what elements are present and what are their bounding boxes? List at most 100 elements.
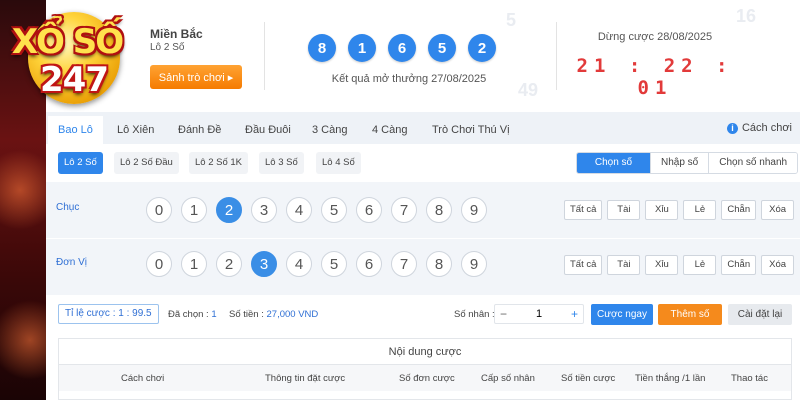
digit-button[interactable]: 5 (321, 251, 347, 277)
digit-button-selected[interactable]: 2 (216, 197, 242, 223)
selected-count: Đã chọn : 1 (168, 309, 217, 320)
table-title: Nội dung cược (59, 339, 791, 365)
bet-deadline-label: Dừng cược 28/08/2025 (597, 31, 713, 43)
result-ball: 2 (468, 34, 496, 62)
tab-dau-duoi[interactable]: Đầu Đuôi (235, 116, 301, 144)
column-header: Số đơn cược (399, 373, 455, 384)
tab-bao-lo[interactable]: Bao Lô (48, 116, 103, 144)
result-ball: 1 (348, 34, 376, 62)
game-tabs: Bao Lô Lô Xiên Đánh Đề Đầu Đuôi 3 Càng 4… (46, 116, 800, 144)
digit-row-units: Đơn Vị 0 1 2 3 4 5 6 7 8 9 Tất cả Tài Xỉ… (46, 239, 800, 295)
digit-button[interactable]: 6 (356, 251, 382, 277)
mode-choose-number[interactable]: Chọn số (577, 153, 650, 173)
digit-button[interactable]: 5 (321, 197, 347, 223)
quick-odd-button[interactable]: Lẻ (683, 200, 717, 220)
quick-odd-button[interactable]: Lẻ (683, 255, 717, 275)
digit-button[interactable]: 8 (426, 251, 452, 277)
mode-quick-choose[interactable]: Chọn số nhanh (708, 153, 798, 173)
tab-lo-xien[interactable]: Lô Xiên (107, 116, 164, 144)
digit-button[interactable]: 7 (391, 251, 417, 277)
tab-4-cang[interactable]: 4 Càng (362, 116, 417, 144)
row-label: Chục (56, 202, 80, 213)
subtab-lo-2-so[interactable]: Lô 2 Số (58, 152, 103, 174)
digit-row-tens: Chục 0 1 2 3 4 5 6 7 8 9 Tất cả Tài Xỉu … (46, 182, 800, 238)
region-title: Miền Bắc (150, 27, 203, 41)
game-name: Lô 2 Số (150, 42, 185, 53)
result-balls: 8 1 6 5 2 (308, 34, 496, 62)
add-number-button[interactable]: Thêm số (658, 304, 722, 325)
quick-select-buttons: Tất cả Tài Xỉu Lẻ Chẵn Xóa (564, 255, 795, 275)
divider (556, 22, 557, 90)
digit-button[interactable]: 0 (146, 251, 172, 277)
selected-count-value: 1 (211, 309, 217, 320)
subtab-lo-3-so[interactable]: Lô 3 Số (259, 152, 304, 174)
quick-even-button[interactable]: Chẵn (721, 255, 757, 275)
subtab-lo-4-so[interactable]: Lô 4 Số (316, 152, 361, 174)
multiplier-stepper: − + (494, 304, 584, 324)
bet-amount-value: 27,000 VND (266, 309, 319, 320)
quick-big-button[interactable]: Tài (607, 200, 641, 220)
multiplier-label: Số nhân : (454, 309, 495, 320)
multiplier-input[interactable] (512, 305, 566, 323)
quick-clear-button[interactable]: Xóa (761, 255, 795, 275)
tab-danh-de[interactable]: Đánh Đề (168, 116, 231, 144)
logo-number: 247 (40, 60, 109, 100)
column-header: Thao tác (731, 373, 768, 384)
reset-button[interactable]: Cài đặt lại (728, 304, 792, 325)
lobby-button[interactable]: Sảnh trò chơi ▸ (150, 65, 242, 89)
digit-button[interactable]: 1 (181, 197, 207, 223)
digit-button[interactable]: 6 (356, 197, 382, 223)
column-header: Cách chơi (121, 373, 165, 384)
bet-amount: Số tiền : 27,000 VND (229, 309, 318, 320)
result-ball: 5 (428, 34, 456, 62)
quick-select-buttons: Tất cả Tài Xỉu Lẻ Chẵn Xóa (564, 200, 795, 220)
digit-button[interactable]: 9 (461, 251, 487, 277)
column-header: Thông tin đặt cược (265, 373, 346, 384)
digit-button[interactable]: 4 (286, 251, 312, 277)
result-ball: 6 (388, 34, 416, 62)
quick-small-button[interactable]: Xỉu (645, 255, 679, 275)
tab-3-cang[interactable]: 3 Càng (302, 116, 357, 144)
digit-button[interactable]: 1 (181, 251, 207, 277)
digit-button[interactable]: 9 (461, 197, 487, 223)
bet-panel: Lô 2 Số Lô 2 Số Đầu Lô 2 Số 1K Lô 3 Số L… (46, 144, 800, 400)
info-icon: i (726, 122, 738, 134)
game-header: 5 16 49 Miền Bắc Lô 2 Số Sảnh trò chơi ▸… (46, 0, 800, 112)
quick-all-button[interactable]: Tất cả (564, 200, 603, 220)
bet-now-button[interactable]: Cược ngay (591, 304, 653, 325)
logo-text: XỔ SỐ (11, 22, 124, 62)
digit-button[interactable]: 4 (286, 197, 312, 223)
bet-content-table: Nội dung cược Cách chơi Thông tin đặt cư… (58, 338, 792, 400)
result-ball: 8 (308, 34, 336, 62)
column-header: Tiền thắng /1 lần (635, 373, 706, 384)
digit-picker: 0 1 2 3 4 5 6 7 8 9 (146, 251, 487, 277)
how-to-play-label: Cách chơi (741, 122, 792, 134)
divider (264, 22, 265, 90)
quick-even-button[interactable]: Chẵn (721, 200, 757, 220)
digit-picker: 0 1 2 3 4 5 6 7 8 9 (146, 197, 487, 223)
digit-button[interactable]: 2 (216, 251, 242, 277)
subtab-lo-2-so-dau[interactable]: Lô 2 Số Đầu (114, 152, 179, 174)
tab-tro-choi-thu-vi[interactable]: Trò Chơi Thú Vị (422, 116, 520, 144)
site-logo[interactable]: XỔ SỐ 247 (2, 4, 130, 108)
selected-count-label: Đã chọn : (168, 309, 209, 320)
minus-icon[interactable]: − (495, 305, 512, 323)
odds-ratio-badge: Tỉ lệ cược : 1 : 99.5 (58, 304, 159, 324)
quick-small-button[interactable]: Xỉu (645, 200, 679, 220)
bet-amount-label: Số tiền : (229, 309, 264, 320)
digit-button[interactable]: 7 (391, 197, 417, 223)
how-to-play-link[interactable]: i Cách chơi (726, 122, 792, 134)
digit-button[interactable]: 0 (146, 197, 172, 223)
quick-big-button[interactable]: Tài (607, 255, 641, 275)
quick-all-button[interactable]: Tất cả (564, 255, 603, 275)
row-label: Đơn Vị (56, 257, 88, 268)
digit-button[interactable]: 3 (251, 197, 277, 223)
quick-clear-button[interactable]: Xóa (761, 200, 795, 220)
countdown-timer: 21 : 22 : 01 (576, 55, 734, 99)
plus-icon[interactable]: + (566, 305, 583, 323)
digit-button[interactable]: 8 (426, 197, 452, 223)
subtab-lo-2-so-1k[interactable]: Lô 2 Số 1K (189, 152, 249, 174)
input-mode-switch: Chọn số Nhập số Chọn số nhanh (576, 152, 799, 174)
mode-enter-number[interactable]: Nhập số (650, 153, 709, 173)
digit-button-selected[interactable]: 3 (251, 251, 277, 277)
